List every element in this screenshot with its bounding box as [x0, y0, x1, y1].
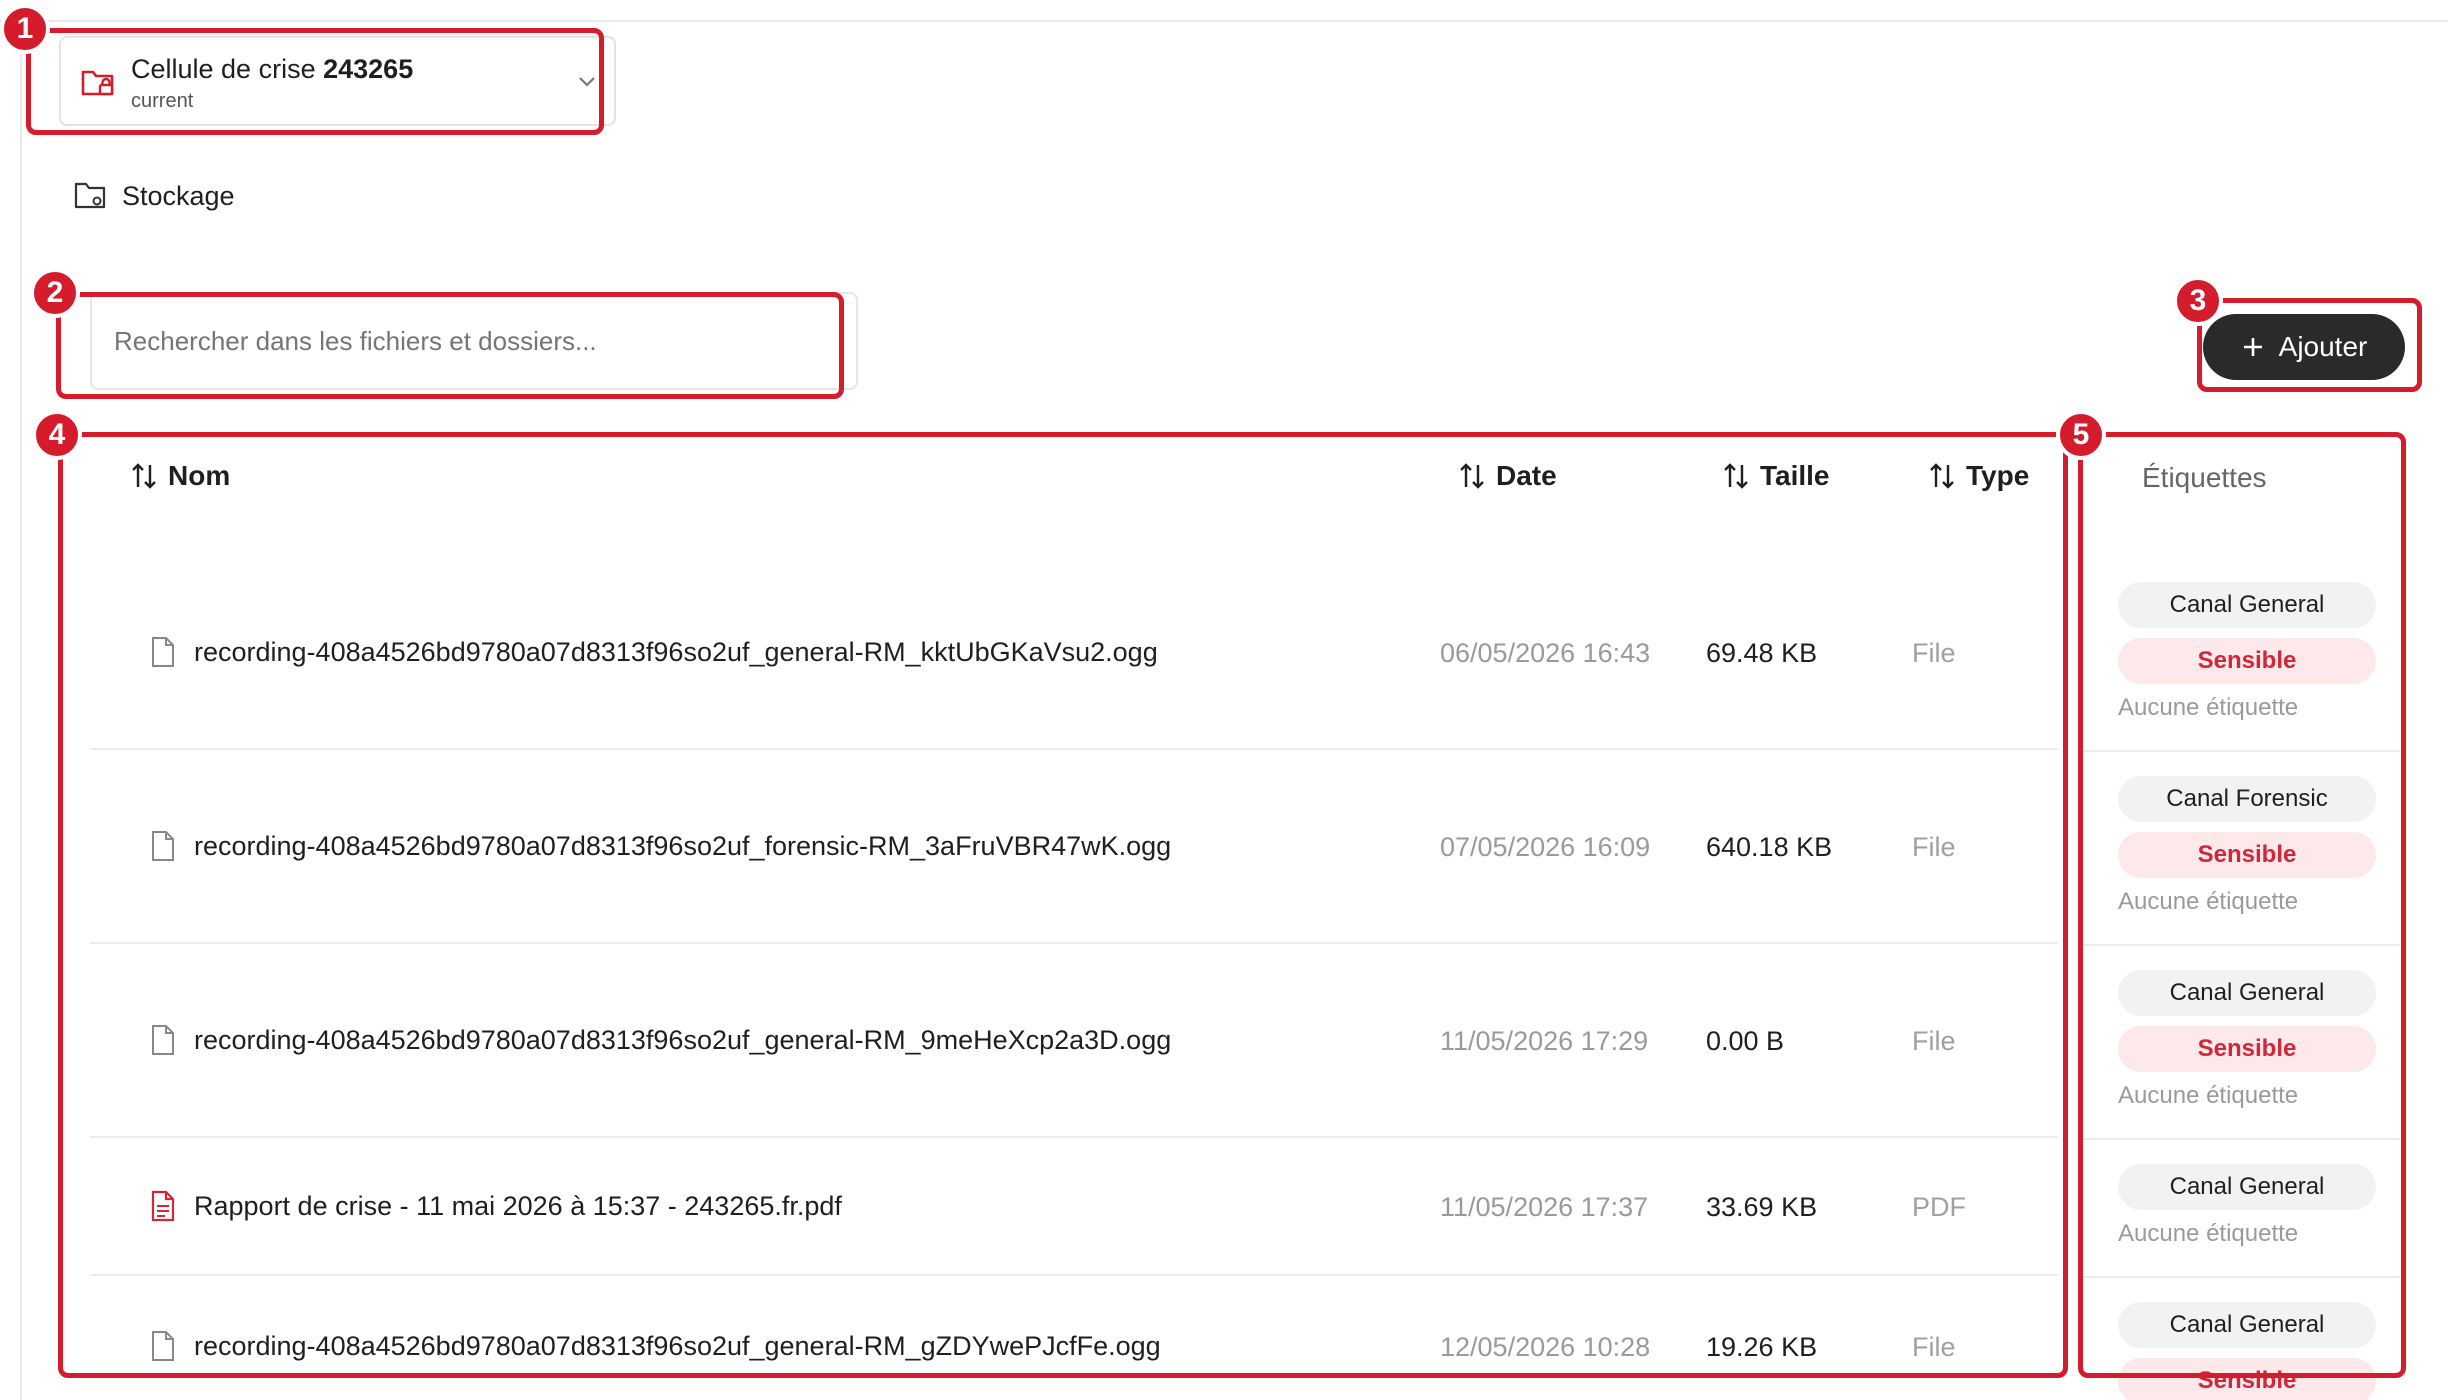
file-icon — [152, 1331, 174, 1361]
file-icon — [152, 1025, 174, 1055]
pdf-file-icon — [151, 1190, 175, 1222]
annotation-badge-1: 1 — [0, 4, 50, 54]
annotation-badge-5: 5 — [2056, 410, 2106, 460]
column-date-label: Date — [1496, 460, 1557, 491]
tag-chip-sensitive[interactable]: Sensible — [2118, 638, 2376, 684]
file-name[interactable]: recording-408a4526bd9780a07d8313f96so2uf… — [194, 637, 1158, 668]
no-tag-label: Aucune étiquette — [2118, 694, 2299, 721]
file-size: 0.00 B — [1706, 1026, 1785, 1056]
file-icon — [152, 637, 174, 667]
column-type-label: Type — [1966, 460, 2030, 491]
search-input[interactable] — [90, 292, 858, 390]
top-divider — [0, 20, 2448, 22]
tag-chip[interactable]: Canal General — [2118, 1302, 2376, 1348]
row-tags: Canal General Aucune étiquette — [2118, 1164, 2376, 1248]
file-name-cell: recording-408a4526bd9780a07d8313f96so2uf… — [150, 636, 1158, 668]
table-row[interactable]: Rapport de crise - 11 mai 2026 à 15:37 -… — [90, 1140, 2058, 1276]
table-row[interactable]: recording-408a4526bd9780a07d8313f96so2uf… — [90, 752, 2058, 944]
file-name-cell: recording-408a4526bd9780a07d8313f96so2uf… — [150, 830, 1171, 862]
file-type: File — [1912, 638, 1956, 668]
column-header-type[interactable]: Type — [1928, 460, 2029, 492]
file-name[interactable]: Rapport de crise - 11 mai 2026 à 15:37 -… — [194, 1191, 842, 1222]
file-name-cell: recording-408a4526bd9780a07d8313f96so2uf… — [150, 1330, 1161, 1362]
table-row[interactable]: recording-408a4526bd9780a07d8313f96so2uf… — [90, 946, 2058, 1138]
file-icon — [152, 831, 174, 861]
files-table: Nom Date Taille Type recording-408a4526b… — [90, 440, 2058, 1400]
workspace-number: 243265 — [323, 54, 414, 84]
tag-chip[interactable]: Canal General — [2118, 1164, 2376, 1210]
row-divider — [2080, 750, 2400, 752]
tag-chip-sensitive[interactable]: Sensible — [2118, 1358, 2376, 1400]
folder-lock-icon — [81, 70, 114, 96]
file-name[interactable]: recording-408a4526bd9780a07d8313f96so2uf… — [194, 1331, 1161, 1362]
add-button[interactable]: Ajouter — [2203, 314, 2405, 380]
plus-icon — [2243, 338, 2262, 356]
tag-chip-sensitive[interactable]: Sensible — [2118, 1026, 2376, 1072]
no-tag-label: Aucune étiquette — [2118, 1220, 2299, 1247]
workspace-selector[interactable]: Cellule de crise 243265 current — [59, 36, 616, 126]
column-header-name[interactable]: Nom — [130, 460, 230, 492]
row-divider — [2080, 1276, 2400, 1278]
tag-chip[interactable]: Canal General — [2118, 582, 2376, 628]
table-row[interactable]: recording-408a4526bd9780a07d8313f96so2uf… — [90, 550, 2058, 750]
file-name-cell: recording-408a4526bd9780a07d8313f96so2uf… — [150, 1024, 1171, 1056]
chevron-down-icon[interactable] — [576, 70, 598, 92]
row-tags: Canal Forensic Sensible Aucune étiquette — [2118, 776, 2376, 916]
sort-icon — [1930, 463, 1954, 489]
file-name[interactable]: recording-408a4526bd9780a07d8313f96so2uf… — [194, 1025, 1171, 1056]
file-type: File — [1912, 1026, 1956, 1056]
file-date: 12/05/2026 10:28 — [1440, 1332, 1651, 1362]
file-type: File — [1912, 1332, 1956, 1362]
left-divider — [20, 22, 22, 1400]
column-size-label: Taille — [1760, 460, 1830, 491]
file-date: 06/05/2026 16:43 — [1440, 638, 1651, 668]
tag-chip-sensitive[interactable]: Sensible — [2118, 832, 2376, 878]
file-type: File — [1912, 832, 1956, 862]
workspace-title: Cellule de crise 243265 — [131, 54, 413, 85]
annotation-badge-2: 2 — [30, 268, 80, 318]
file-size: 69.48 KB — [1706, 638, 1818, 668]
row-tags: Canal General Sensible — [2118, 1302, 2376, 1400]
annotation-badge-4: 4 — [32, 410, 82, 460]
column-header-tags: Étiquettes — [2142, 462, 2267, 493]
workspace-subtitle: current — [131, 90, 194, 112]
file-type: PDF — [1912, 1192, 1966, 1222]
tag-chip[interactable]: Canal Forensic — [2118, 776, 2376, 822]
tags-column: Étiquettes Canal General Sensible Aucune… — [2080, 440, 2400, 1400]
sort-icon — [1724, 463, 1748, 489]
file-size: 640.18 KB — [1706, 832, 1833, 862]
table-header: Nom Date Taille Type — [90, 440, 2058, 520]
nav-storage[interactable]: Stockage — [74, 178, 235, 214]
tag-chip[interactable]: Canal General — [2118, 970, 2376, 1016]
row-divider — [2080, 1138, 2400, 1140]
annotation-badge-3: 3 — [2173, 276, 2223, 326]
row-divider — [2080, 944, 2400, 946]
file-date: 11/05/2026 17:29 — [1440, 1026, 1649, 1056]
folder-settings-icon — [74, 182, 106, 209]
no-tag-label: Aucune étiquette — [2118, 1082, 2299, 1109]
file-size: 19.26 KB — [1706, 1332, 1818, 1362]
column-header-size[interactable]: Taille — [1722, 460, 1830, 492]
file-date: 07/05/2026 16:09 — [1440, 832, 1651, 862]
file-name[interactable]: recording-408a4526bd9780a07d8313f96so2uf… — [194, 831, 1171, 862]
file-size: 33.69 KB — [1706, 1192, 1818, 1222]
workspace-title-prefix: Cellule de crise — [131, 54, 316, 84]
no-tag-label: Aucune étiquette — [2118, 888, 2299, 915]
add-button-label: Ajouter — [2278, 331, 2368, 362]
storage-label: Stockage — [122, 180, 235, 211]
sort-icon — [1460, 463, 1484, 489]
file-date: 11/05/2026 17:37 — [1440, 1192, 1649, 1222]
file-name-cell: Rapport de crise - 11 mai 2026 à 15:37 -… — [150, 1190, 842, 1222]
sort-icon — [132, 463, 156, 489]
table-row[interactable]: recording-408a4526bd9780a07d8313f96so2uf… — [90, 1278, 2058, 1400]
column-header-date[interactable]: Date — [1458, 460, 1557, 492]
row-tags: Canal General Sensible Aucune étiquette — [2118, 970, 2376, 1110]
row-tags: Canal General Sensible Aucune étiquette — [2118, 582, 2376, 722]
column-name-label: Nom — [168, 460, 231, 491]
